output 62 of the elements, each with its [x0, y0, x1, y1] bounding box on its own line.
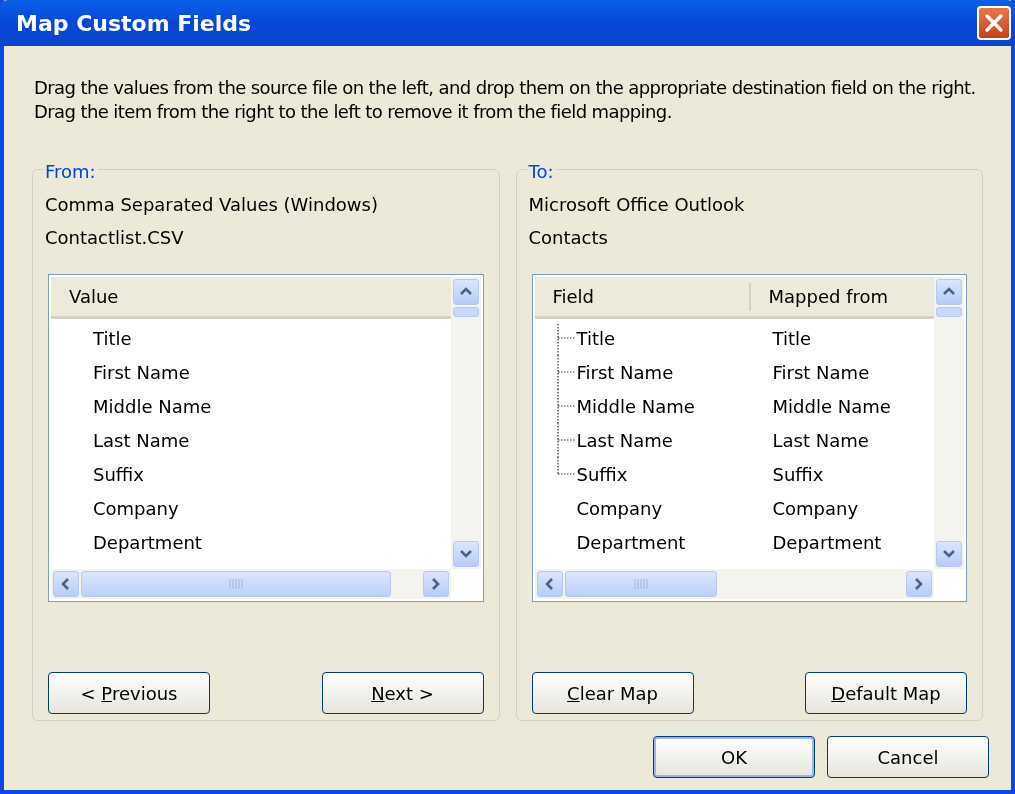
horizontal-scrollbar[interactable]: [51, 569, 451, 599]
chevron-icon: [913, 578, 925, 590]
close-button[interactable]: [977, 6, 1011, 40]
clear-map-button[interactable]: Clear Map: [531, 672, 694, 714]
source-label: Comma Separated Values (Windows): [45, 193, 379, 217]
scroll-right-button[interactable]: [422, 571, 449, 597]
window-title: Map Custom Fields: [16, 9, 252, 38]
column-header[interactable]: Mapped from: [750, 282, 934, 311]
instructions-text: Drag the values from the source file on the left, and drop them on the appropriate destination field on the right. Drag the item from the right to the left to remove it from the field mapping.: [34, 76, 977, 124]
table-cell-text: Suffix: [576, 462, 629, 487]
chevron-icon: [429, 578, 442, 590]
table-cell-text: Suffix: [771, 462, 825, 487]
scroll-up-button[interactable]: [452, 279, 479, 305]
table-cell-text: Middle Name: [576, 394, 696, 419]
source-label: Contactlist.CSV: [45, 226, 185, 250]
vertical-scrollbar[interactable]: [934, 277, 964, 569]
table-cell-text: First Name: [771, 360, 871, 385]
chevron-icon: [943, 548, 955, 560]
previous-button[interactable]: < Previous: [48, 672, 210, 714]
scroll-right-button[interactable]: [906, 571, 932, 597]
scroll-left-button[interactable]: [536, 571, 563, 597]
table-cell-text: Title: [771, 326, 813, 351]
next-button[interactable]: Next >: [321, 672, 484, 714]
scroll-down-button[interactable]: [452, 541, 479, 567]
ok-button[interactable]: OK: [653, 736, 815, 778]
list-item[interactable]: Department: [51, 528, 202, 556]
table-cell-text: Last Name: [771, 428, 870, 453]
table-cell-text: Company: [576, 496, 664, 521]
scroll-thumb[interactable]: [81, 571, 391, 597]
table-cell-text: Department: [576, 530, 687, 555]
grip-icon: [229, 579, 243, 589]
close-icon: [984, 13, 1004, 33]
chevron-icon: [60, 578, 72, 590]
scroll-left-button[interactable]: [53, 571, 79, 597]
table-cell-text: First Name: [576, 360, 675, 385]
table-cell-text: Title: [576, 326, 617, 351]
scroll-thumb[interactable]: [452, 307, 479, 317]
chevron-icon: [543, 578, 556, 590]
scroll-down-button[interactable]: [936, 541, 962, 567]
table-cell-text: Company: [771, 496, 860, 521]
list-item[interactable]: First Name: [51, 358, 190, 386]
table-cell-text: Middle Name: [771, 394, 892, 419]
list-item[interactable]: Suffix: [51, 460, 144, 488]
column-header[interactable]: Field: [534, 282, 751, 311]
scroll-up-button[interactable]: [936, 279, 962, 305]
grip-icon: [633, 579, 648, 589]
cancel-button[interactable]: Cancel: [827, 736, 989, 778]
list-item[interactable]: Company: [51, 494, 179, 522]
column-header[interactable]: Value: [51, 282, 451, 311]
source-label: Microsoft Office Outlook: [528, 193, 746, 217]
chevron-icon: [459, 548, 472, 560]
list-item[interactable]: Middle Name: [51, 392, 212, 420]
scroll-thumb[interactable]: [564, 571, 717, 597]
table-cell-text: Department: [771, 530, 883, 555]
list-item[interactable]: Last Name: [51, 426, 190, 454]
list-item[interactable]: Title: [51, 324, 132, 352]
table-cell-text: Last Name: [576, 428, 674, 453]
source-label: Contacts: [528, 226, 609, 250]
vertical-scrollbar[interactable]: [450, 277, 481, 569]
default-map-button[interactable]: Default Map: [805, 672, 967, 714]
horizontal-scrollbar[interactable]: [534, 569, 934, 599]
scroll-thumb[interactable]: [936, 307, 962, 317]
